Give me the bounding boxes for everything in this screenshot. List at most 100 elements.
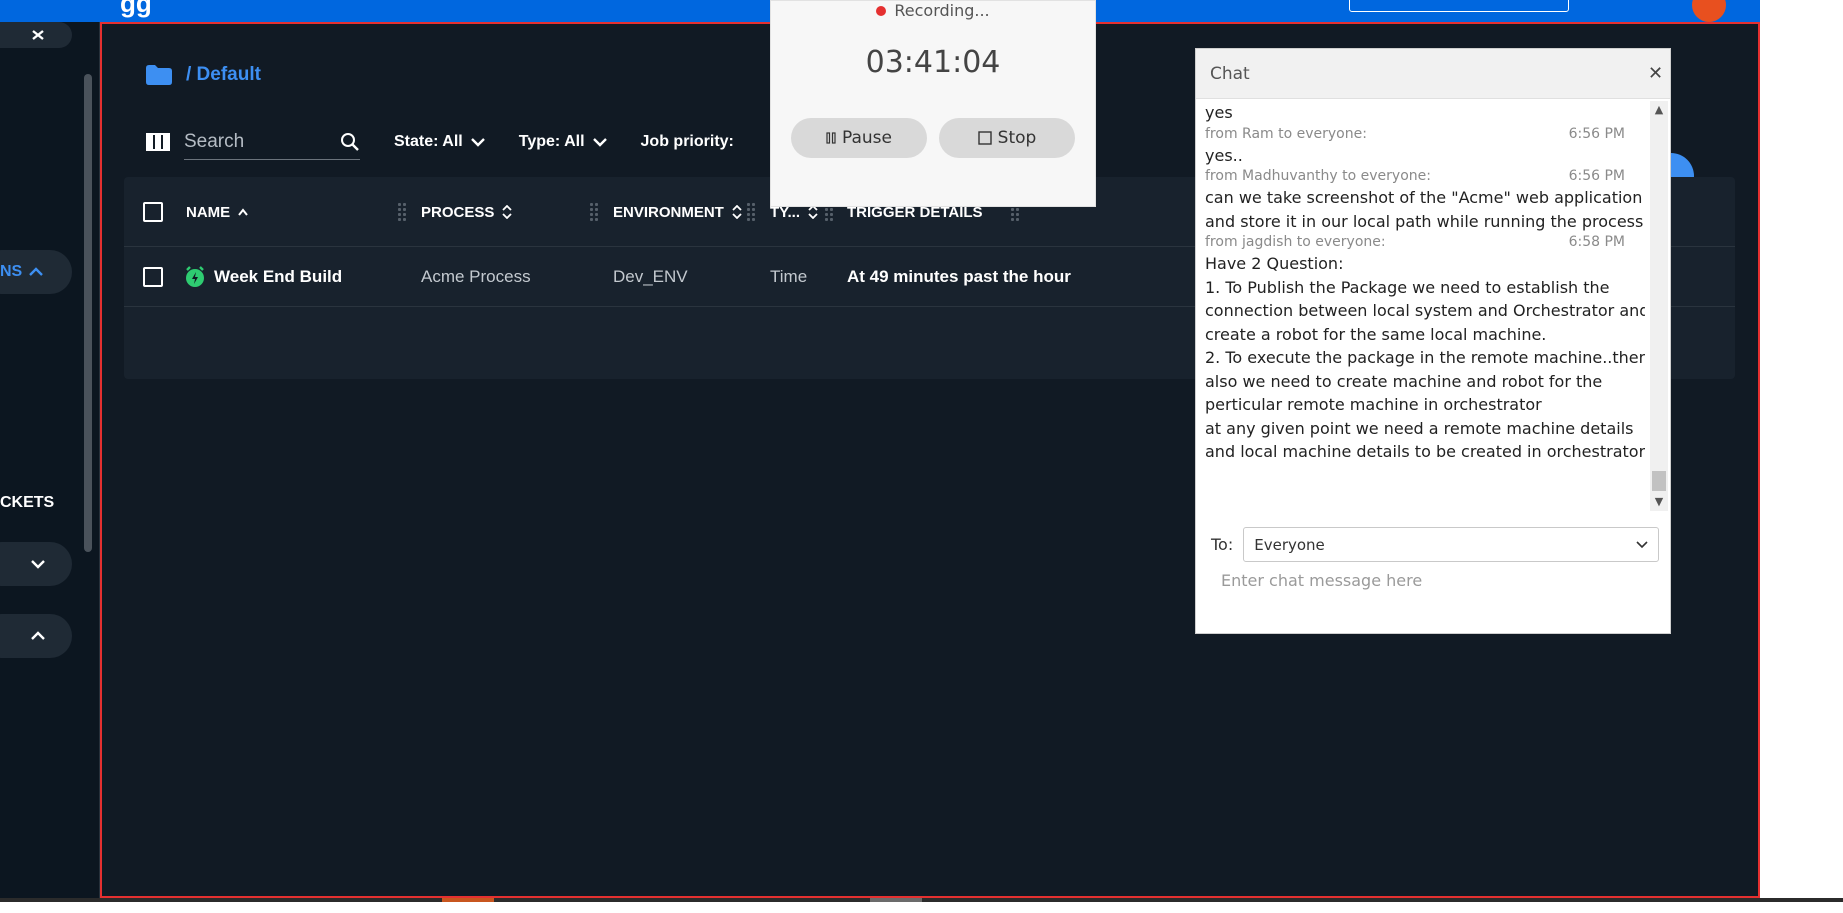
- recipient-select-value: Everyone: [1254, 535, 1325, 554]
- stop-button[interactable]: Stop: [939, 118, 1075, 158]
- search-icon[interactable]: [340, 132, 360, 152]
- chat-scrollbar-thumb[interactable]: [1652, 471, 1666, 491]
- folder-icon: [146, 65, 172, 85]
- sidebar-dropdown[interactable]: [0, 542, 72, 586]
- sort-icon: [732, 205, 742, 219]
- pause-button-label: Pause: [842, 128, 892, 148]
- state-filter-label: State: All: [394, 133, 463, 150]
- job-priority-filter[interactable]: Job priority:: [641, 133, 734, 151]
- chat-message-line: yes..: [1205, 145, 1243, 165]
- sidebar-section-tickets: CKETS: [0, 494, 55, 511]
- sender-name: from Ram to everyone:: [1205, 125, 1367, 142]
- chevron-down-icon: [470, 138, 485, 147]
- pause-icon: [826, 132, 836, 144]
- row-checkbox-cell: [143, 247, 163, 307]
- chat-messages: yes from Ram to everyone: 6:56 PM yes.. f…: [1205, 101, 1645, 511]
- column-header-process-label: PROCESS: [421, 203, 495, 221]
- breadcrumb: / Default: [146, 64, 261, 86]
- chat-message-input[interactable]: [1221, 571, 1651, 590]
- sidebar-scrollbar[interactable]: [84, 74, 92, 552]
- message-time: 6:56 PM: [1568, 168, 1625, 184]
- chat-message-sender: from Ram to everyone: 6:56 PM: [1205, 125, 1645, 144]
- column-resize-handle[interactable]: [746, 202, 756, 222]
- chevron-up-icon: [29, 267, 44, 276]
- scroll-down-icon[interactable]: ▼: [1650, 493, 1668, 511]
- state-filter[interactable]: State: All: [394, 133, 485, 151]
- recording-dot-icon: [876, 5, 887, 16]
- chat-message-line: create a robot for the same local machin…: [1205, 324, 1547, 344]
- alarm-clock-trigger-icon: [186, 266, 204, 287]
- chat-message-line: 1. To Publish the Package we need to est…: [1205, 277, 1610, 297]
- search-input[interactable]: [184, 130, 324, 153]
- avatar[interactable]: [1692, 0, 1726, 22]
- scroll-up-icon[interactable]: ▲: [1650, 101, 1668, 119]
- chat-message-line: also we need to create machine and robot…: [1205, 371, 1603, 391]
- recording-widget: Recording... 03:41:04 Pause Stop: [770, 0, 1096, 207]
- chat-message-line: yes: [1205, 103, 1233, 122]
- pause-button[interactable]: Pause: [791, 118, 927, 158]
- recording-status-label: Recording...: [894, 1, 990, 20]
- chat-message-line: and local machine details to be created …: [1205, 442, 1645, 461]
- sort-ascending-icon: [238, 208, 248, 216]
- recording-status: Recording...: [771, 1, 1095, 20]
- chat-message-sender: from jagdish to everyone: 6:58 PM: [1205, 233, 1645, 252]
- recording-timer: 03:41:04: [865, 45, 1001, 80]
- message-time: 6:56 PM: [1568, 125, 1625, 142]
- row-name-cell: Week End Build: [184, 247, 342, 307]
- chat-panel: Chat ✕ yes from Ram to everyone: 6:56 PM …: [1195, 48, 1671, 634]
- column-header-name[interactable]: NAME: [186, 177, 248, 247]
- toolbar: State: All Type: All Job priority:: [146, 122, 734, 162]
- chat-scrollbar[interactable]: ▲ ▼: [1650, 101, 1668, 511]
- chat-message-line: connection between local system and Orch…: [1205, 301, 1645, 320]
- chat-title: Chat: [1210, 64, 1250, 84]
- recipient-select[interactable]: Everyone: [1243, 527, 1660, 562]
- chevron-down-icon: [1636, 540, 1648, 548]
- sidebar-item-expanded[interactable]: NS: [0, 250, 72, 294]
- taskbar-app-indicator[interactable]: [870, 898, 922, 902]
- chevron-up-icon: [31, 631, 45, 640]
- type-filter-label: Type: All: [518, 133, 585, 150]
- column-header-name-label: NAME: [186, 203, 231, 221]
- chat-message-line: 2. To execute the package in the remote …: [1205, 348, 1645, 367]
- chat-to-label: To:: [1211, 535, 1234, 554]
- chevron-down-icon: [592, 138, 607, 147]
- select-all-checkbox-cell: [143, 177, 163, 247]
- chevron-down-icon: [31, 560, 45, 569]
- taskbar-app-indicator[interactable]: [442, 898, 494, 902]
- message-time: 6:58 PM: [1568, 234, 1625, 250]
- column-resize-handle[interactable]: [589, 202, 599, 222]
- sender-name: from Madhuvanthy to everyone:: [1205, 168, 1431, 184]
- stop-icon: [977, 131, 992, 145]
- trigger-name[interactable]: Week End Build: [214, 267, 342, 287]
- column-header-process[interactable]: PROCESS: [421, 177, 512, 247]
- chat-message-line: perticular remote machine in orchestrato…: [1205, 395, 1542, 414]
- column-resize-handle[interactable]: [397, 202, 407, 222]
- top-bar-title-fragment: gg: [120, 0, 152, 18]
- row-type-cell: Time: [770, 267, 808, 286]
- breadcrumb-folder-link[interactable]: / Default: [186, 64, 261, 86]
- select-all-checkbox[interactable]: [143, 202, 163, 222]
- taskbar: [0, 898, 1843, 913]
- close-icon[interactable]: ✕: [1648, 63, 1663, 84]
- sidebar-collapse-toggle[interactable]: [0, 22, 72, 48]
- chat-message-line: can we take screenshot of the "Acme" web…: [1205, 188, 1643, 207]
- sidebar-item-label: NS: [0, 263, 23, 280]
- chat-message-line: Have 2 Question:: [1205, 254, 1344, 273]
- close-icon: [32, 30, 44, 40]
- row-checkbox[interactable]: [143, 267, 163, 287]
- chat-header: Chat ✕: [1196, 49, 1670, 99]
- column-header-environment[interactable]: ENVIRONMENT: [613, 177, 742, 247]
- sort-icon: [502, 205, 512, 219]
- type-filter[interactable]: Type: All: [519, 133, 607, 151]
- job-priority-filter-label: Job priority:: [640, 133, 734, 150]
- row-environment-cell: Dev_ENV: [613, 267, 688, 286]
- stop-button-label: Stop: [997, 128, 1037, 148]
- sidebar-dropdown-expanded[interactable]: [0, 614, 72, 658]
- row-trigger-details-cell: At 49 minutes past the hour: [847, 267, 1071, 286]
- columns-icon[interactable]: [146, 133, 170, 151]
- top-bar-button[interactable]: [1349, 0, 1569, 12]
- sort-icon: [808, 205, 818, 219]
- chat-message-line: at any given point we need a remote mach…: [1205, 418, 1634, 438]
- chat-message-sender: from Madhuvanthy to everyone: 6:56 PM: [1205, 167, 1645, 186]
- row-process-cell: Acme Process: [421, 267, 531, 286]
